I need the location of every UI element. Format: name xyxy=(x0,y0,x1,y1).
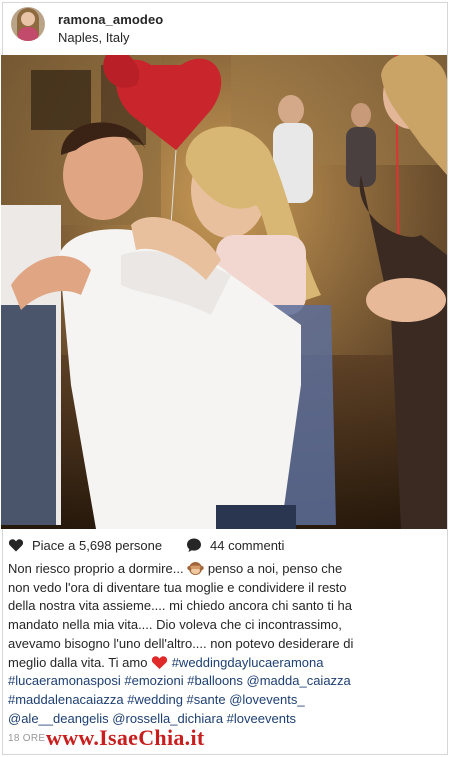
post-timestamp: 18 ORE xyxy=(8,733,46,744)
username[interactable]: ramona_amodeo xyxy=(58,12,163,27)
see-no-evil-monkey-icon xyxy=(187,562,204,575)
caption-text: penso a noi, penso che xyxy=(207,561,343,576)
caption-text: non vedo l'ora di diventare tua moglie e… xyxy=(8,579,347,595)
caption-text: meglio dalla vita. Ti amo xyxy=(8,654,152,670)
mention-link[interactable]: @rossella_dichiara xyxy=(112,711,223,726)
hashtag-link[interactable]: #maddalenacaiazza xyxy=(8,692,124,707)
hashtag-link[interactable]: #wedding xyxy=(127,692,183,707)
avatar[interactable] xyxy=(11,7,45,41)
post-caption: Non riesco proprio a dormire... penso a … xyxy=(8,560,436,728)
caption-text: della nostra vita assieme.... mi chiedo … xyxy=(8,598,352,614)
hashtag-link[interactable]: #loveevents xyxy=(227,711,296,726)
comments-count[interactable]: 44 commenti xyxy=(210,538,284,553)
mention-link[interactable]: @ale__deangelis xyxy=(8,711,109,726)
red-heart-icon xyxy=(151,655,168,669)
likes-count[interactable]: Piace a 5,698 persone xyxy=(32,538,162,553)
post-photo[interactable] xyxy=(1,55,447,529)
post-actions: Piace a 5,698 persone 44 commenti xyxy=(8,537,438,557)
mention-link[interactable]: @lovevents_ xyxy=(229,692,304,707)
hashtag-link[interactable]: #emozioni xyxy=(124,673,183,688)
heart-icon[interactable] xyxy=(8,537,24,553)
hashtag-link[interactable]: #lucaeramonasposi xyxy=(8,673,121,688)
hashtag-link[interactable]: #weddingdaylucaeramona xyxy=(172,655,324,670)
caption-text: mandato nella mia vita.... Dio voleva ch… xyxy=(8,617,342,633)
mention-link[interactable]: @madda_caiazza xyxy=(247,673,351,688)
location[interactable]: Naples, Italy xyxy=(58,30,130,45)
hashtag-link[interactable]: #balloons xyxy=(187,673,243,688)
post-header: ramona_amodeo Naples, Italy xyxy=(8,4,438,50)
watermark: www.IsaeChia.it xyxy=(46,725,205,750)
comment-bubble-icon[interactable] xyxy=(186,537,202,553)
hashtag-link[interactable]: #sante xyxy=(187,692,226,707)
caption-text: avevamo bisogno l'uno dell'altro.... non… xyxy=(8,635,354,651)
caption-text: Non riesco proprio a dormire... xyxy=(8,561,184,576)
